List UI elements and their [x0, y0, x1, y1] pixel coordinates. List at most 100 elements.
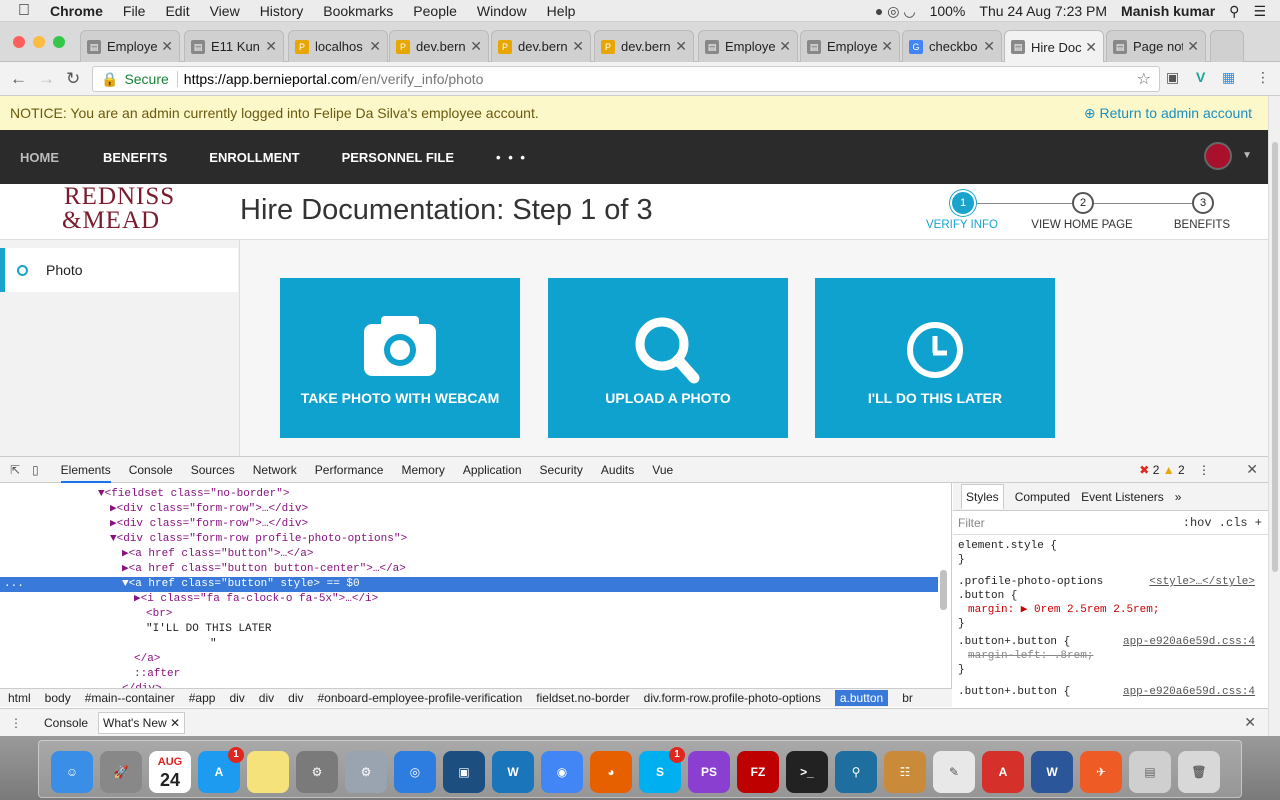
dock-firefox-icon[interactable]: ◕ — [590, 751, 632, 793]
style-rule-line[interactable]: element.style { — [958, 539, 1263, 553]
close-tab-icon[interactable]: ✕ — [369, 38, 381, 55]
battery-label[interactable]: 100% — [930, 3, 966, 19]
chrome-menu-icon[interactable]: ⋮ — [1256, 69, 1270, 86]
error-warning-count[interactable]: ✖ 2 ▲ 2 ⋮ — [1139, 463, 1210, 477]
filter-placeholder[interactable]: Filter — [958, 516, 985, 530]
tab-9[interactable]: Gcheckbo ✕ — [902, 30, 1002, 62]
dock-utility-icon[interactable]: ⚙ — [296, 751, 338, 793]
scrollbar-thumb[interactable] — [1272, 142, 1278, 572]
step-3-label[interactable]: BENEFITS — [1142, 219, 1262, 231]
nav-personnel-file[interactable]: PERSONNEL FILE — [342, 150, 454, 165]
tab-8[interactable]: ▤ Employe ✕ — [800, 30, 900, 62]
style-rule-line[interactable]: margin: ▶ 0rem 2.5rem 2.5rem; — [958, 603, 1263, 617]
style-rule-line[interactable]: .button { — [958, 589, 1263, 603]
dock-launchpad-icon[interactable]: 🚀 — [100, 751, 142, 793]
close-tab-icon[interactable]: ✕ — [572, 38, 584, 55]
nav-home[interactable]: HOME — [20, 150, 59, 165]
page-scrollbar[interactable] — [1268, 96, 1280, 736]
reload-icon[interactable]: ↻ — [66, 69, 80, 89]
devtools-tab-performance[interactable]: Performance — [315, 463, 384, 477]
dom-node[interactable]: ▶<div class="form-row">…</div> — [0, 502, 938, 517]
tab-6[interactable]: Pdev.bern ✕ — [594, 30, 694, 62]
step-2-marker[interactable]: 2 — [1072, 192, 1094, 214]
dom-node[interactable]: <br> — [0, 607, 938, 622]
close-window-button[interactable] — [13, 36, 25, 48]
menu-bookmarks[interactable]: Bookmarks — [323, 3, 393, 19]
dock-chrome-icon[interactable]: ◉ — [541, 751, 583, 793]
new-tab-button[interactable] — [1210, 30, 1244, 62]
tab-1[interactable]: ▤ Employe ✕ — [80, 30, 180, 62]
dock-app-store-icon[interactable]: A1 — [198, 747, 244, 793]
dock-wunderlist-icon[interactable]: W — [492, 751, 534, 793]
inspect-icon[interactable]: ⇱ — [10, 463, 20, 477]
devtools-tab-console[interactable]: Console — [129, 463, 173, 477]
devtools-tab-application[interactable]: Application — [463, 463, 522, 477]
elements-scrollbar[interactable] — [940, 570, 947, 610]
forward-icon[interactable]: → — [38, 69, 55, 89]
tab-7[interactable]: ▤ Employe ✕ — [698, 30, 798, 62]
devtools-tab-network[interactable]: Network — [253, 463, 297, 477]
dom-node[interactable]: ▼<div class="form-row profile-photo-opti… — [0, 532, 938, 547]
logo-line2[interactable]: &MEAD — [62, 207, 160, 235]
devtools-tab-elements[interactable]: Elements — [60, 457, 111, 483]
return-admin-link[interactable]: ⊕ Return to admin account — [1084, 105, 1252, 122]
dock-phpstorm-icon[interactable]: PS — [688, 751, 730, 793]
menu-people[interactable]: People — [413, 3, 457, 19]
style-rule-line[interactable]: } — [958, 617, 1263, 631]
cast-icon[interactable]: ▣ — [1166, 69, 1179, 86]
apple-icon[interactable]:  — [18, 2, 30, 20]
bookmark-star-icon[interactable]: ☆ — [1137, 69, 1151, 89]
style-rule-line[interactable]: } — [958, 663, 1263, 677]
dock-sourcetree-icon[interactable]: ▣ — [443, 751, 485, 793]
close-drawer-icon[interactable]: ✕ — [1244, 714, 1256, 731]
dock-postman-icon[interactable]: ✈ — [1080, 751, 1122, 793]
nav-benefits[interactable]: BENEFITS — [103, 150, 167, 165]
extension-icon[interactable]: ▦ — [1222, 69, 1235, 86]
breadcrumb-item[interactable]: div — [259, 691, 274, 705]
dock-notes2-icon[interactable]: ✎ — [933, 751, 975, 793]
elements-panel[interactable]: ▼<fieldset class="no-border"> ▶<div class… — [0, 483, 952, 688]
vue-devtools-icon[interactable]: V — [1196, 69, 1205, 85]
dom-node[interactable]: ▶<a href class="button button-center">…<… — [0, 562, 938, 577]
drawer-menu-icon[interactable]: ⋮ — [10, 716, 22, 730]
dock-skype-icon[interactable]: S1 — [639, 747, 685, 793]
style-rule-line[interactable]: .profile-photo-options <style>…</style> — [958, 575, 1263, 589]
filter-options[interactable]: :hov .cls + — [1183, 516, 1262, 530]
spotlight-icon[interactable]: ⚲ — [1229, 3, 1239, 20]
drawer-tab-console[interactable]: Console — [44, 716, 88, 730]
style-source-link[interactable]: <style>…</style> — [1149, 575, 1255, 589]
sidebar-item-photo[interactable]: Photo — [0, 248, 238, 292]
step-3-marker[interactable]: 3 — [1192, 192, 1214, 214]
style-rule-line[interactable]: margin-left: .8rem; — [958, 649, 1263, 663]
nav-more[interactable]: • • • — [496, 150, 527, 165]
dock-trash-icon[interactable]: 🗑 — [1178, 751, 1220, 793]
close-tab-icon[interactable]: ✕ — [161, 38, 173, 55]
close-tab-icon[interactable]: ✕ — [675, 38, 687, 55]
dom-node[interactable]: ▶<a href class="button">…</a> — [0, 547, 938, 562]
style-source-link[interactable]: app-e920a6e59d.css:4 — [1123, 635, 1255, 649]
dock-finder-icon[interactable]: ☺ — [51, 751, 93, 793]
dom-node[interactable]: ▶<i class="fa fa-clock-o fa-5x">…</i> — [0, 592, 938, 607]
breadcrumb-item[interactable]: html — [8, 691, 31, 705]
close-tab-icon[interactable]: ✕ — [265, 38, 277, 55]
tab-11[interactable]: ▤ Page not ✕ — [1106, 30, 1206, 62]
dock-safari-icon[interactable]: ◎ — [394, 751, 436, 793]
tab-10[interactable]: ▤ Hire Doc ✕ — [1004, 30, 1104, 63]
dock-filezilla-icon[interactable]: FZ — [737, 751, 779, 793]
dom-node[interactable]: "I'LL DO THIS LATER — [0, 622, 938, 637]
return-admin-label[interactable]: Return to admin account — [1099, 105, 1252, 121]
dock-terminal-icon[interactable]: >_ — [786, 751, 828, 793]
menu-help[interactable]: Help — [547, 3, 576, 19]
upload-photo-button[interactable]: UPLOAD A PHOTO — [548, 278, 788, 438]
node-actions-icon[interactable]: ... — [4, 577, 24, 592]
breadcrumb-item[interactable]: br — [902, 691, 913, 705]
close-tab-icon[interactable]: ✕ — [1187, 38, 1199, 55]
breadcrumb-item[interactable]: div — [229, 691, 244, 705]
datetime-label[interactable]: Thu 24 Aug 7:23 PM — [979, 3, 1107, 19]
styles-tab[interactable]: » — [1175, 490, 1182, 504]
dock-acrobat-icon[interactable]: A — [982, 751, 1024, 793]
nav-enrollment[interactable]: ENROLLMENT — [209, 150, 299, 165]
dock-sequel-icon[interactable]: ☷ — [884, 751, 926, 793]
devtools-tab-security[interactable]: Security — [540, 463, 583, 477]
notification-center-icon[interactable]: ☰ — [1253, 3, 1266, 20]
